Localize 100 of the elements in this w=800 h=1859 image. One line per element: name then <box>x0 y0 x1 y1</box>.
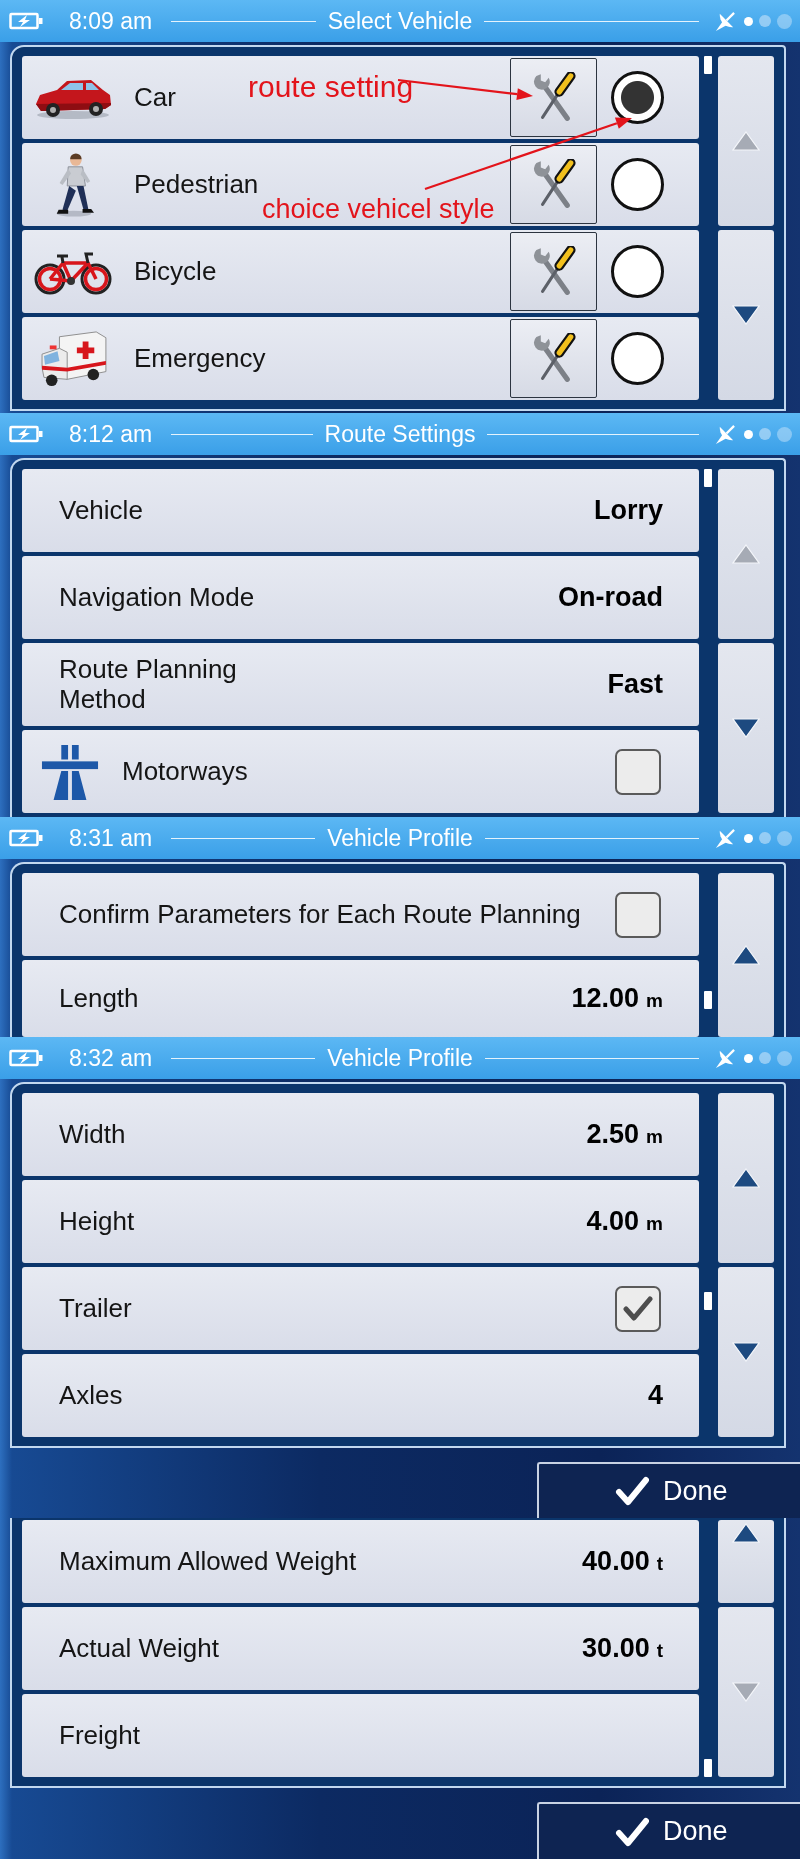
down-arrow-icon <box>732 305 760 325</box>
unit-label: t <box>656 1553 663 1575</box>
setting-label: Length <box>59 983 139 1014</box>
setting-value: 40.00 <box>582 1546 650 1577</box>
up-arrow-icon <box>732 131 760 151</box>
check-icon <box>615 1816 649 1847</box>
check-icon <box>623 1295 653 1322</box>
setting-value: 2.50 <box>586 1119 640 1150</box>
setting-label: Motorways <box>122 756 248 787</box>
setting-value: 30.00 <box>582 1633 650 1664</box>
status-dot-icon <box>759 1052 771 1064</box>
unit-label: m <box>646 1213 663 1235</box>
setting-row[interactable]: Motorways <box>22 730 699 813</box>
vehicle-label: Emergency <box>134 343 266 374</box>
setting-value: On-road <box>558 582 663 613</box>
setting-row[interactable]: Navigation Mode On-road <box>22 556 699 639</box>
scrollbar-thumb <box>704 1292 712 1310</box>
status-dot-icon <box>777 426 792 442</box>
setting-row[interactable]: Maximum Allowed Weight 40.00 t <box>22 1520 699 1603</box>
scroll-up-button[interactable] <box>718 1520 774 1603</box>
route-settings-button[interactable] <box>510 319 597 398</box>
up-arrow-icon <box>732 945 760 965</box>
setting-label: Trailer <box>59 1293 132 1324</box>
done-button[interactable]: Done <box>537 1462 800 1518</box>
vehicle-label: Car <box>134 82 176 113</box>
setting-row[interactable]: Width 2.50 m <box>22 1093 699 1176</box>
status-dot-icon <box>744 16 753 26</box>
battery-charging-icon <box>9 425 43 443</box>
battery-charging-icon <box>9 1049 43 1067</box>
setting-row[interactable]: Freight <box>22 1694 699 1777</box>
vehicle-label: Bicycle <box>134 256 217 287</box>
clock-time: 8:12 am <box>69 420 153 448</box>
clock-time: 8:09 am <box>69 7 153 35</box>
down-arrow-icon <box>732 718 760 738</box>
setting-label: Navigation Mode <box>59 582 255 613</box>
vehicle-label: Pedestrian <box>134 169 259 200</box>
motorway-icon <box>41 742 99 801</box>
done-button[interactable]: Done <box>537 1802 800 1859</box>
route-settings-button[interactable] <box>510 232 597 311</box>
setting-label: Vehicle <box>59 495 143 526</box>
status-dot-icon <box>744 833 753 843</box>
vehicle-row[interactable]: Bicycle <box>22 230 699 313</box>
setting-label: Route Planning Method <box>59 654 237 715</box>
setting-value: Fast <box>607 669 663 700</box>
route-settings-button[interactable] <box>510 145 597 224</box>
ambulance-icon <box>38 328 108 389</box>
status-dot-icon <box>744 1053 753 1063</box>
setting-row[interactable]: Axles 4 <box>22 1354 699 1437</box>
screen-title: Vehicle Profile <box>327 824 473 852</box>
wrench-screwdriver-icon <box>531 245 576 298</box>
battery-charging-icon <box>9 12 43 30</box>
up-arrow-icon <box>732 1523 760 1543</box>
setting-value: Lorry <box>593 495 663 526</box>
setting-row[interactable]: Actual Weight 30.00 t <box>22 1607 699 1690</box>
setting-row[interactable]: Length 12.00 m <box>22 960 699 1037</box>
check-icon <box>615 1476 649 1506</box>
setting-value: 4 <box>647 1380 663 1411</box>
setting-row[interactable]: Height 4.00 m <box>22 1180 699 1263</box>
checkbox[interactable] <box>615 891 661 938</box>
radio-button[interactable] <box>611 71 664 124</box>
setting-label: Width <box>59 1119 126 1150</box>
radio-button[interactable] <box>611 332 664 385</box>
annotation-text: route setting <box>248 72 414 102</box>
setting-value: 12.00 <box>571 983 640 1014</box>
setting-label: Axles <box>59 1380 123 1411</box>
unit-label: m <box>646 990 663 1012</box>
battery-charging-icon <box>9 829 43 847</box>
status-dot-icon <box>777 1050 792 1066</box>
scrollbar-thumb <box>704 469 712 487</box>
unit-label: m <box>646 1126 663 1148</box>
status-dot-icon <box>744 429 753 439</box>
setting-row[interactable]: Confirm Parameters for Each Route Planning <box>22 873 699 956</box>
screen-title: Route Settings <box>324 420 476 448</box>
screen-title: Vehicle Profile <box>327 1044 473 1072</box>
checkbox[interactable] <box>615 1285 661 1332</box>
radio-button[interactable] <box>611 158 664 211</box>
up-arrow-icon <box>732 1168 760 1188</box>
down-arrow-icon <box>732 1682 760 1702</box>
checkbox[interactable] <box>615 748 661 795</box>
scroll-up-button[interactable] <box>718 873 774 1037</box>
setting-row[interactable]: Vehicle Lorry <box>22 469 699 552</box>
setting-label: Maximum Allowed Weight <box>59 1546 357 1577</box>
vehicle-row[interactable]: Emergency <box>22 317 699 400</box>
setting-label: Height <box>59 1206 135 1237</box>
status-dot-icon <box>777 830 792 846</box>
down-arrow-icon <box>732 1342 760 1362</box>
scrollbar-thumb <box>704 56 712 74</box>
wrench-screwdriver-icon <box>531 158 576 211</box>
radio-button[interactable] <box>611 245 664 298</box>
screen-title: Select Vehicle <box>327 7 473 35</box>
status-dot-icon <box>759 832 771 844</box>
setting-label: Confirm Parameters for Each Route Planning <box>59 899 581 930</box>
setting-label: Freight <box>59 1720 140 1751</box>
route-settings-button[interactable] <box>510 58 597 137</box>
setting-row[interactable]: Trailer <box>22 1267 699 1350</box>
clock-time: 8:31 am <box>69 824 153 852</box>
satellite-icon <box>715 423 736 445</box>
satellite-icon <box>715 827 736 849</box>
wrench-screwdriver-icon <box>531 332 576 385</box>
setting-row[interactable]: Route Planning Method Fast <box>22 643 699 726</box>
